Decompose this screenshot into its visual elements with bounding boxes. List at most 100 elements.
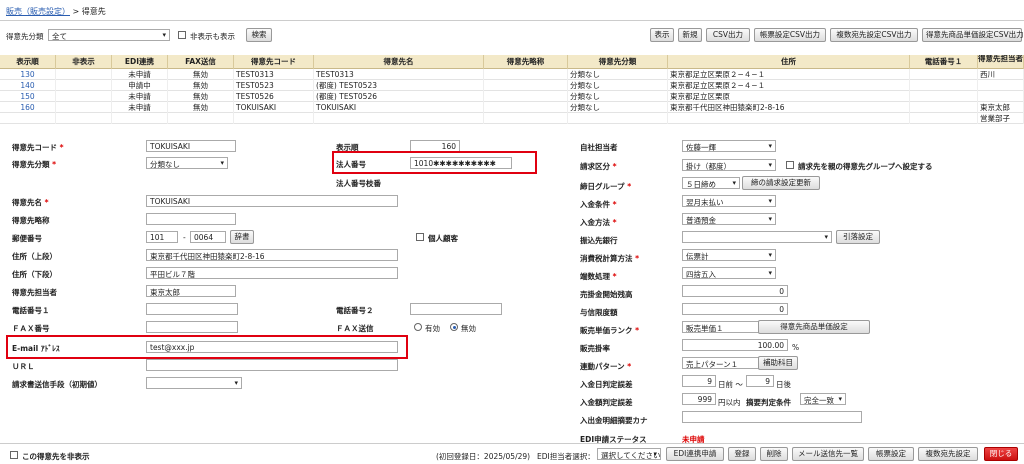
category-select[interactable]: 分類なし [146, 157, 228, 169]
divider [0, 20, 1024, 21]
fax-enabled-radio[interactable] [414, 323, 422, 331]
col-address[interactable]: 住所 [668, 55, 910, 69]
col-code[interactable]: 得意先コード [234, 55, 314, 69]
individual-checkbox[interactable] [416, 233, 424, 241]
table-cell [978, 91, 1024, 102]
display-button[interactable]: 表示 [650, 28, 674, 42]
col-fax[interactable]: FAX送信 [168, 55, 234, 69]
address1-label: 住所（上段） [12, 252, 57, 261]
pay-method-select[interactable]: 普通預金 [682, 213, 776, 225]
category-filter-select[interactable]: 全て [48, 29, 170, 41]
price-setting-button[interactable]: 得意先商品単価設定 [758, 320, 870, 334]
parent-group-checkbox[interactable] [786, 161, 794, 169]
col-name[interactable]: 得意先名 [314, 55, 484, 69]
col-hidden[interactable]: 非表示 [56, 55, 112, 69]
col-person[interactable]: 得意先担当者 [978, 55, 1024, 69]
col-edi[interactable]: EDI連携 [112, 55, 168, 69]
table-row[interactable]: 150 未申請 無効 TEST0526 (都度) TEST0526 分類なし 東京都足立区栗… [0, 91, 1024, 102]
table-cell: 営業部子 [978, 113, 1024, 124]
date-after-input[interactable]: 9 [746, 375, 774, 387]
table-cell: 無効 [168, 80, 234, 91]
table-cell: 西川 [978, 69, 1024, 80]
fax-disabled-label: 無効 [461, 324, 476, 333]
invoice-method-select[interactable] [146, 377, 242, 389]
table-cell [910, 80, 978, 91]
csv-export-button[interactable]: CSV出力 [706, 28, 750, 42]
zip2-input[interactable]: 0064 [190, 231, 226, 243]
price-csv-export-button[interactable]: 得意先商品単価設定CSV出力 [922, 28, 1024, 42]
search-button[interactable]: 検索 [246, 28, 272, 42]
edi-apply-button[interactable]: EDI連携申請 [666, 447, 724, 461]
bank-select[interactable] [682, 231, 832, 243]
breadcrumb-parent-link[interactable]: 販売（販売設定） [6, 7, 70, 16]
individual-label: 個人顧客 [428, 234, 458, 243]
rate-unit: % [792, 343, 800, 352]
rate-input[interactable]: 100.00 [682, 339, 788, 351]
form-setting-button[interactable]: 帳票設定 [868, 447, 914, 461]
fax-enabled-label: 有効 [425, 324, 440, 333]
close-button[interactable]: 閉じる [984, 447, 1018, 461]
summary-select[interactable]: 完全一致 [800, 393, 846, 405]
amount-input[interactable]: 999 [682, 393, 716, 405]
table-cell: 無効 [168, 69, 234, 80]
close-group-label: 締日グループ * [580, 182, 632, 191]
billing-select[interactable]: 掛け（都度） [682, 159, 776, 171]
table-cell: 未申請 [112, 102, 168, 113]
delete-button[interactable]: 削除 [760, 447, 788, 461]
pay-cond-select[interactable]: 翌月末払い [682, 195, 776, 207]
rounding-select[interactable]: 四捨五入 [682, 267, 776, 279]
edi-person-select[interactable]: 選択してください [597, 448, 661, 460]
table-cell: 申請中 [112, 80, 168, 91]
bank-label: 振込先銀行 [580, 236, 618, 245]
table-row[interactable]: 130 未申請 無効 TEST0313 TEST0313 分類なし 東京都足立区栗原２−４−… [0, 69, 1024, 80]
kana-input[interactable] [682, 411, 862, 423]
close-billing-update-button[interactable]: 締の請求設定更新 [742, 176, 820, 190]
hide-customer-checkbox[interactable] [10, 451, 18, 459]
ar-input[interactable]: 0 [682, 285, 788, 297]
table-cell: 分類なし [568, 91, 668, 102]
multi-dest-csv-export-button[interactable]: 複数宛先設定CSV出力 [830, 28, 918, 42]
url-input[interactable] [146, 359, 398, 371]
sub-account-button[interactable]: 補助科目 [758, 356, 798, 370]
tax-calc-select[interactable]: 伝票計 [682, 249, 776, 261]
table-cell [0, 113, 56, 124]
code-input[interactable]: TOKUISAKI [146, 140, 236, 152]
table-row[interactable]: 140 申請中 無効 TEST0523 (都度) TEST0523 分類なし 東京都足立区栗… [0, 80, 1024, 91]
col-order[interactable]: 表示順 [0, 55, 56, 69]
col-category[interactable]: 得意先分類 [568, 55, 668, 69]
dictionary-button[interactable]: 辞書 [230, 230, 254, 244]
mail-list-button[interactable]: メール送信先一覧 [792, 447, 864, 461]
multi-dest-setting-button[interactable]: 複数宛先設定 [918, 447, 978, 461]
name-input[interactable]: TOKUISAKI [146, 195, 398, 207]
staff-select[interactable]: 佐藤一輝 [682, 140, 776, 152]
short-name-input[interactable] [146, 213, 236, 225]
col-tel[interactable]: 電話番号１ [910, 55, 978, 69]
table-cell: 分類なし [568, 69, 668, 80]
fax-input[interactable] [146, 321, 238, 333]
table-cell: 東京都足立区栗原 [668, 91, 910, 102]
tel2-input[interactable] [410, 303, 502, 315]
credit-input[interactable]: 0 [682, 303, 788, 315]
address2-input[interactable]: 平田ビル７階 [146, 267, 398, 279]
table-row[interactable]: 営業部子 [0, 113, 1024, 124]
table-cell [910, 113, 978, 124]
fax-disabled-radio[interactable] [450, 323, 458, 331]
tel1-input[interactable] [146, 303, 238, 315]
fax-send-label: ＦＡＸ送信 [336, 324, 374, 333]
address1-input[interactable]: 東京都千代田区神田猿楽町2-8-16 [146, 249, 398, 261]
register-button[interactable]: 登録 [728, 447, 756, 461]
table-cell: TEST0526 [234, 91, 314, 102]
person-input[interactable]: 東京太郎 [146, 285, 236, 297]
rank-label: 販売単価ランク * [580, 326, 640, 335]
close-group-select[interactable]: ５日締め [682, 177, 740, 189]
col-short[interactable]: 得意先略称 [484, 55, 568, 69]
form-csv-export-button[interactable]: 帳票設定CSV出力 [754, 28, 826, 42]
date-before-input[interactable]: 9 [682, 375, 716, 387]
table-cell [56, 80, 112, 91]
zip1-input[interactable]: 101 [146, 231, 178, 243]
url-label: ＵＲＬ [12, 362, 35, 371]
new-button[interactable]: 新規 [678, 28, 702, 42]
table-row[interactable]: 160 未申請 無効 TOKUISAKI TOKUISAKI 分類なし 東京都千代田区神田猿… [0, 102, 1024, 113]
show-hidden-checkbox[interactable] [178, 31, 186, 39]
debit-setting-button[interactable]: 引落設定 [836, 230, 880, 244]
